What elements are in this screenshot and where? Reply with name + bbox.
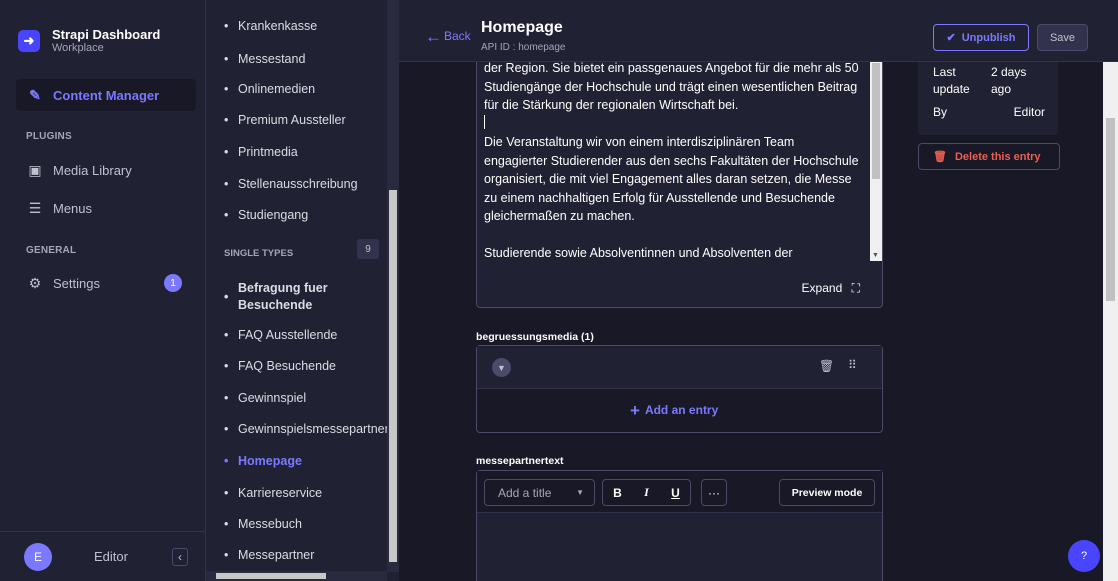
check-icon: ✔: [946, 32, 956, 44]
caret-down-icon: ▼: [576, 488, 584, 497]
add-entry-button[interactable]: + Add an entry: [630, 401, 718, 421]
repeatable-component: ▼ 🗑 ⠿ + Add an entry: [476, 345, 883, 433]
avatar[interactable]: E: [24, 542, 52, 571]
nav-label: Settings: [53, 275, 100, 291]
user-footer: E Editor ‹: [0, 531, 206, 581]
last-update-label: Last update: [933, 65, 970, 96]
list-horizontal-scrollbar[interactable]: [206, 571, 387, 581]
unpublish-button[interactable]: ✔ Unpublish: [933, 24, 1029, 51]
list-item[interactable]: • Messepartner: [224, 548, 394, 562]
nav-menus[interactable]: ☰ Menus: [16, 192, 196, 224]
nav-label: Media Library: [53, 162, 132, 178]
format-buttons: B I U: [602, 479, 691, 506]
brand-title: Strapi Dashboard: [52, 27, 161, 42]
list-item[interactable]: • Krankenkasse: [224, 19, 394, 33]
arrow-left-icon: ←: [425, 27, 442, 46]
list-item[interactable]: • Printmedia: [224, 145, 394, 159]
underline-button[interactable]: U: [661, 480, 690, 505]
nav-content-manager[interactable]: ✎ Content Manager: [16, 79, 196, 111]
scrollbar-thumb[interactable]: [389, 190, 397, 562]
richtext-content[interactable]: der Region. Sie bietet ein passgenaues A…: [484, 59, 860, 281]
by-label: By: [933, 105, 948, 119]
list-vertical-scrollbar[interactable]: [387, 0, 399, 572]
content-types-list: • Krankenkasse • Messestand • Onlinemedien …: [206, 0, 399, 581]
heading-select[interactable]: Add a title ▼: [484, 479, 595, 506]
preview-mode-button[interactable]: Preview mode: [779, 479, 875, 506]
edit-view: der Region. Sie bietet ein passgenaues A…: [399, 0, 1118, 581]
delete-entry-button[interactable]: 🗑 Delete this entry: [918, 143, 1060, 170]
settings-badge: 1: [164, 274, 182, 292]
trash-icon[interactable]: 🗑: [819, 359, 834, 373]
editor-toolbar: Add a title ▼ B I U ··· Preview mode: [477, 471, 882, 513]
chevron-left-icon: ‹: [178, 549, 182, 564]
list-item[interactable]: • FAQ Ausstellende: [224, 328, 394, 342]
bold-button[interactable]: B: [603, 480, 632, 505]
list-item[interactable]: • Studiengang: [224, 208, 394, 222]
chevron-down-icon[interactable]: ▼: [492, 358, 511, 377]
scrollbar-thumb[interactable]: [1106, 118, 1115, 301]
media-field-label: begruessungsmedia (1): [476, 331, 594, 343]
brand-subtitle: Workplace: [52, 42, 104, 54]
last-update-value: 2 days ago: [991, 65, 1027, 96]
more-options-button[interactable]: ···: [701, 479, 727, 506]
list-item[interactable]: • Onlinemedien: [224, 82, 394, 96]
trash-icon: 🗑: [933, 151, 947, 163]
api-id: API ID : homepage: [481, 42, 566, 53]
brand[interactable]: ➜ Strapi Dashboard Workplace: [0, 0, 205, 64]
save-button[interactable]: Save: [1037, 24, 1088, 51]
pencil-icon: ✎: [29, 86, 41, 103]
paragraph: Studierende sowie Absolventinnen und Abs…: [484, 246, 793, 260]
plugins-heading: PLUGINS: [26, 131, 72, 142]
list-item[interactable]: • Messestand: [224, 52, 394, 66]
text-field-label: messepartnertext: [476, 455, 564, 467]
page-header: ← Back Homepage API ID : homepage ✔ Unpubl…: [399, 0, 1118, 62]
nav-settings[interactable]: ⚙ Settings 1: [16, 267, 196, 299]
gear-icon: ⚙: [28, 274, 42, 291]
single-types-count: 9: [357, 239, 379, 259]
list-item[interactable]: • Stellenausschreibung: [224, 177, 394, 191]
component-entry[interactable]: ▼ 🗑 ⠿: [477, 346, 882, 389]
text-caret: [484, 114, 485, 129]
list-item[interactable]: • FAQ Besuchende: [224, 359, 394, 373]
list-item[interactable]: • Gewinnspiel: [224, 391, 394, 405]
entry-info-card: Last update 2 days ago By Editor: [918, 50, 1058, 135]
italic-button[interactable]: I: [632, 480, 661, 505]
nav-label: Content Manager: [53, 87, 160, 103]
page-scrollbar[interactable]: [1103, 0, 1118, 581]
expand-icon: ⛶: [851, 281, 860, 295]
single-types-heading: SINGLE TYPES: [224, 248, 294, 259]
strapi-logo-icon: ➜: [18, 30, 40, 52]
markdown-editor[interactable]: Add a title ▼ B I U ··· Preview mode: [476, 470, 883, 581]
strapi-app: ➜ Strapi Dashboard Workplace ✎ Content M…: [0, 0, 1118, 581]
general-heading: GENERAL: [26, 245, 77, 256]
list-item[interactable]: • Messebuch: [224, 517, 394, 531]
scroll-down-arrow-icon[interactable]: ▼: [872, 252, 879, 259]
scrollbar-thumb[interactable]: [216, 573, 326, 579]
paragraph: Die Veranstaltung wir von einem interdis…: [484, 135, 859, 223]
richtext-field[interactable]: der Region. Sie bietet ein passgenaues A…: [476, 50, 883, 308]
list-item[interactable]: • Premium Aussteller: [224, 113, 394, 127]
nav-label: Menus: [53, 200, 93, 216]
scrollbar-thumb[interactable]: [872, 63, 880, 179]
nav-media-library[interactable]: ▣ Media Library: [16, 154, 196, 186]
image-icon: ▣: [28, 161, 42, 178]
collapse-sidebar-button[interactable]: ‹: [172, 547, 188, 566]
drag-handle-icon[interactable]: ⠿: [848, 358, 857, 372]
richtext-scrollbar[interactable]: ▼: [870, 51, 882, 261]
plus-icon: +: [630, 401, 640, 420]
list-item-homepage[interactable]: • Homepage: [224, 454, 394, 468]
paragraph: der Region. Sie bietet ein passgenaues A…: [484, 61, 859, 112]
page-title: Homepage: [481, 19, 563, 36]
by-value: Editor: [1013, 105, 1045, 119]
menu-icon: ☰: [28, 199, 42, 216]
back-link[interactable]: ← Back: [425, 27, 471, 47]
help-button[interactable]: ?: [1068, 540, 1100, 572]
list-item[interactable]: • Befragung fuer Besuchende: [224, 280, 394, 314]
list-item[interactable]: • Gewinnspielsmessepartner: [224, 422, 394, 436]
expand-button[interactable]: Expand ⛶: [802, 281, 860, 296]
user-name[interactable]: Editor: [94, 549, 128, 564]
list-item[interactable]: • Karriereservice: [224, 486, 394, 500]
main-sidebar: ➜ Strapi Dashboard Workplace ✎ Content M…: [0, 0, 206, 581]
